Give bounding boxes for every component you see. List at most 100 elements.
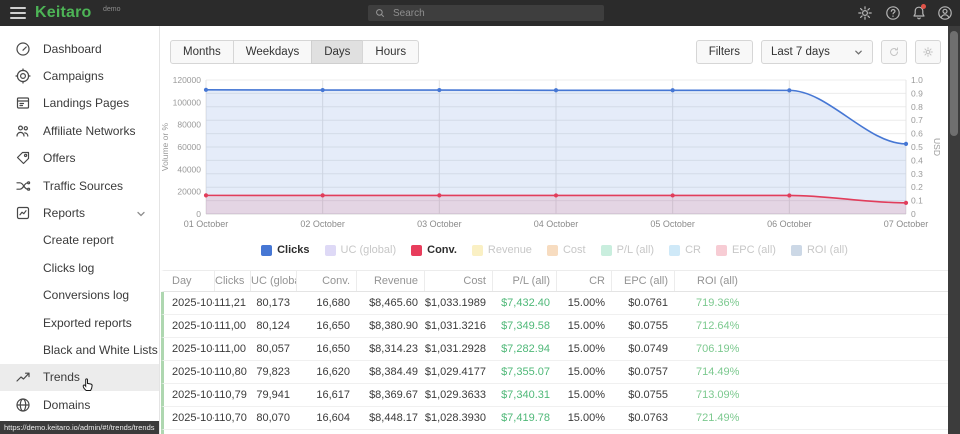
column-header-p-l-all[interactable]: P/L (all) [492,271,556,291]
table-cell: 80,057 [250,338,296,360]
column-header-day[interactable]: Day [164,271,214,291]
sidebar-item-conversions-log[interactable]: Conversions log [0,282,159,309]
refresh-button[interactable] [881,40,907,64]
account-icon[interactable] [937,5,953,21]
column-header-cost[interactable]: Cost [424,271,492,291]
tab-months[interactable]: Months [170,40,234,64]
menu-icon[interactable] [10,7,26,19]
svg-text:40000: 40000 [177,164,201,174]
table-cell: 80,124 [250,315,296,337]
table-cell: 110,80 [214,361,250,383]
column-header-roi-all[interactable]: ROI (all) [674,271,948,291]
sidebar-item-black-and-white-lists[interactable]: Black and White Lists [0,336,159,363]
table-cell: 110,79 [214,384,250,406]
svg-text:0.6: 0.6 [911,129,923,139]
column-header-clicks[interactable]: Clicks [214,271,250,291]
sidebar-item-label: Exported reports [43,316,132,330]
sidebar-item-domains[interactable]: Domains [0,391,159,418]
legend-swatch [547,245,558,256]
sidebar-item-campaigns[interactable]: Campaigns [0,62,159,89]
column-header-revenue[interactable]: Revenue [356,271,424,291]
column-header-cr[interactable]: CR [556,271,611,291]
legend-item-revenue[interactable]: Revenue [472,244,532,256]
table-cell: $5,290.44 [356,430,424,434]
domains-icon [15,397,31,413]
table-cell: $0.0755 [611,315,674,337]
table-cell: 111,00 [214,315,250,337]
column-header-conv[interactable]: Conv. [296,271,356,291]
table-row: 2025-10-04110,8079,82316,620$8,384.49$1,… [161,361,948,384]
table-cell: $1,028.3930 [424,407,492,429]
table-cell: 15.00% [556,292,611,314]
svg-text:0.2: 0.2 [911,182,923,192]
chevron-down-icon [854,48,863,57]
sidebar-item-label: Trends [43,370,80,384]
svg-text:0.4: 0.4 [911,155,923,165]
legend-item-cr[interactable]: CR [669,244,701,256]
filters-button[interactable]: Filters [696,40,753,64]
trends-chart: 00.10.20.30.40.50.60.70.80.91.001 Octobe… [161,68,948,238]
scrollbar[interactable] [948,26,960,434]
table-cell: $8,465.60 [356,292,424,314]
sidebar: DashboardCampaignsLandings PagesAffiliat… [0,26,160,434]
table-cell: $0.0755 [611,384,674,406]
chart-settings-button[interactable] [915,40,941,64]
sidebar-item-offers[interactable]: Offers [0,145,159,172]
sidebar-item-label: Reports [43,206,85,220]
sidebar-item-reports[interactable]: Reports [0,199,159,226]
sidebar-item-clicks-log[interactable]: Clicks log [0,254,159,281]
svg-text:03 October: 03 October [417,219,462,229]
table-row: 2025-10-0762,4145,12010,408$5,290.44$1,0… [161,430,948,434]
table-cell: 79,823 [250,361,296,383]
sidebar-item-trends[interactable]: Trends [0,364,159,391]
legend-label: P/L (all) [617,244,655,256]
table-cell: 79,941 [250,384,296,406]
table-cell: $0.0757 [611,361,674,383]
table-cell: 15.00% [556,384,611,406]
table-cell: $7,355.07 [492,361,556,383]
table-row: 2025-10-03111,0080,05716,650$8,314.23$1,… [161,338,948,361]
sidebar-item-label: Create report [43,233,114,247]
legend-item-roi-all[interactable]: ROI (all) [791,244,848,256]
svg-text:0.7: 0.7 [911,115,923,125]
column-header-epc-all[interactable]: EPC (all) [611,271,674,291]
logo-demo-badge: demo [103,6,121,13]
sidebar-item-traffic-sources[interactable]: Traffic Sources [0,172,159,199]
search-input[interactable] [391,7,597,20]
legend-item-clicks[interactable]: Clicks [261,244,309,256]
legend-item-uc-global[interactable]: UC (global) [325,244,397,256]
legend-item-p-l-all[interactable]: P/L (all) [601,244,655,256]
table-cell: $7,419.78 [492,407,556,429]
table-cell: 16,680 [296,292,356,314]
sidebar-item-affiliate-networks[interactable]: Affiliate Networks [0,117,159,144]
tab-days[interactable]: Days [311,40,363,64]
svg-text:60000: 60000 [177,142,201,152]
column-header-uc-global[interactable]: UC (global) [250,271,296,291]
date-range-select[interactable]: Last 7 days [761,40,873,64]
sidebar-item-exported-reports[interactable]: Exported reports [0,309,159,336]
refresh-icon [888,46,900,58]
sidebar-item-create-report[interactable]: Create report [0,227,159,254]
tab-hours[interactable]: Hours [362,40,419,64]
table-cell: $0.0761 [611,292,674,314]
table-cell: $0.0758 [611,430,674,434]
sidebar-item-landings-pages[interactable]: Landings Pages [0,90,159,117]
table-cell: $8,369.67 [356,384,424,406]
svg-text:0.1: 0.1 [911,196,923,206]
svg-text:0.3: 0.3 [911,169,923,179]
svg-text:80000: 80000 [177,120,201,130]
tab-weekdays[interactable]: Weekdays [233,40,312,64]
table-cell: 80,173 [250,292,296,314]
chart-area: 00.10.20.30.40.50.60.70.80.91.001 Octobe… [161,68,948,238]
help-icon[interactable] [885,5,901,21]
svg-text:01 October: 01 October [184,219,229,229]
legend-item-conv[interactable]: Conv. [411,244,457,256]
gear-icon[interactable] [857,5,873,21]
table-row: 2025-10-01111,2180,17316,680$8,465.60$1,… [161,292,948,315]
table-cell: 80,070 [250,407,296,429]
sidebar-item-dashboard[interactable]: Dashboard [0,35,159,62]
table-cell: 714.49% [674,361,948,383]
legend-item-epc-all[interactable]: EPC (all) [716,244,776,256]
legend-item-cost[interactable]: Cost [547,244,586,256]
scrollbar-thumb[interactable] [950,31,958,136]
